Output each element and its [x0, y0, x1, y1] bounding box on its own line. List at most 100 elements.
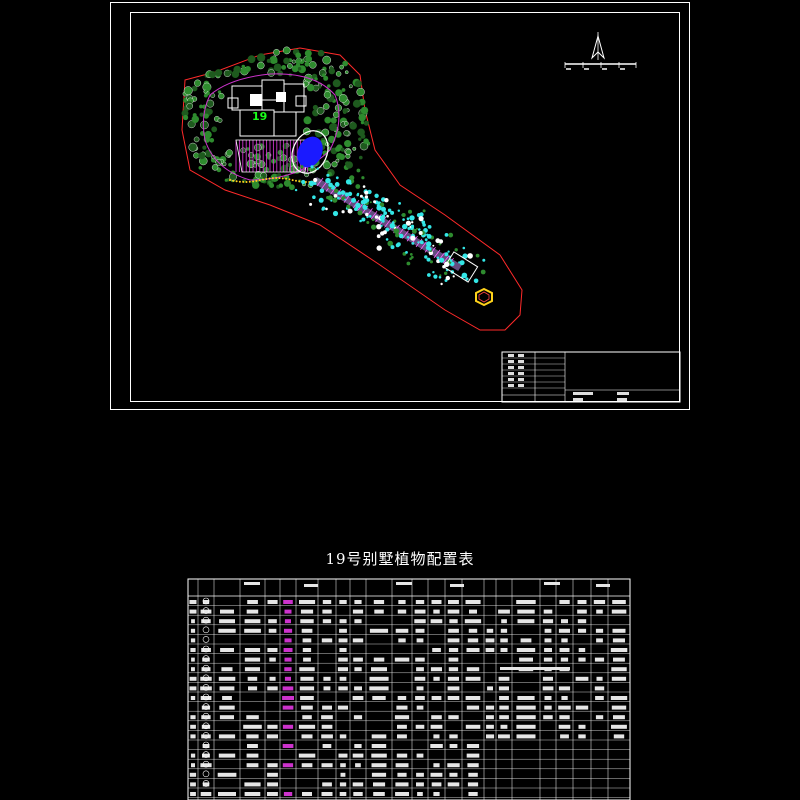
- table-cell-mark: [448, 657, 459, 662]
- table-cell-mark: [191, 619, 195, 624]
- table-cell-mark: [447, 782, 460, 787]
- table-cell-mark: [219, 619, 235, 624]
- table-cell-mark: [354, 667, 362, 672]
- table-cell-mark: [486, 715, 494, 720]
- table-cell-mark: [486, 734, 495, 739]
- table-cell-mark: [578, 724, 586, 729]
- table-cell-mark: [267, 600, 278, 604]
- table-cell-mark: [267, 782, 278, 787]
- table-cell-mark: [467, 782, 479, 787]
- table-cell-mark: [269, 676, 276, 681]
- table-cell-mark: [430, 744, 443, 748]
- table-cell-mark: [299, 686, 315, 691]
- table-cell-mark: [267, 792, 278, 796]
- table-cell-mark: [466, 667, 480, 672]
- table-cell-mark: [246, 609, 259, 614]
- table-cell-mark: [339, 792, 347, 796]
- table-cell-mark: [612, 628, 626, 633]
- table-cell-mark: [517, 696, 535, 700]
- table-cell-mark: [431, 600, 442, 604]
- table-cell-mark: [595, 715, 604, 720]
- table-cell-mark: [284, 657, 292, 662]
- table-cell-mark: [596, 676, 603, 681]
- table-cell-mark: [219, 705, 235, 710]
- table-cell-mark: [398, 600, 406, 604]
- table-cell-mark: [218, 753, 236, 758]
- table-cell-mark: [543, 609, 553, 614]
- table-cell-mark: [560, 734, 569, 739]
- table-cell-mark: [322, 744, 332, 748]
- table-cell-mark: [499, 715, 509, 720]
- table-cell-mark: [544, 638, 552, 643]
- table-cell-mark: [448, 715, 459, 720]
- table-cell-mark: [284, 609, 292, 614]
- table-cell-mark: [244, 648, 261, 652]
- table-cell-mark: [516, 648, 536, 652]
- table-cell-mark: [218, 628, 236, 633]
- table-cell-mark: [430, 667, 442, 672]
- table-cell-mark: [447, 696, 460, 700]
- table-cell-mark: [466, 648, 480, 652]
- table-cell-mark: [354, 744, 362, 748]
- table-cell-mark: [283, 600, 293, 604]
- table-cell-mark: [448, 628, 459, 633]
- table-cell-mark: [578, 648, 586, 652]
- table-cell-mark: [353, 792, 363, 796]
- table-cell-mark: [282, 686, 294, 691]
- table-cell-mark: [354, 619, 362, 624]
- table-note-mark: [500, 667, 570, 670]
- table-cell-mark: [397, 772, 407, 777]
- table-cell-mark: [465, 696, 481, 700]
- table-cell-mark: [322, 600, 332, 604]
- table-cell-mark: [369, 628, 389, 633]
- table-cell-mark: [447, 676, 459, 681]
- table-cell-mark: [464, 619, 482, 624]
- table-cell-mark: [395, 628, 409, 633]
- table-cell-mark: [613, 734, 625, 739]
- table-cell-mark: [300, 696, 314, 700]
- table-cell-mark: [578, 734, 586, 739]
- plant-symbol-icon: [202, 626, 210, 634]
- table-cell-mark: [394, 715, 410, 720]
- table-cell-mark: [561, 619, 568, 624]
- table-cell-mark: [610, 648, 628, 652]
- table-cell-mark: [414, 609, 426, 614]
- table-cell-mark: [542, 676, 553, 681]
- table-cell-mark: [595, 696, 604, 700]
- table-header-mark: [396, 582, 412, 585]
- table-cell-mark: [373, 782, 386, 787]
- table-cell-mark: [247, 676, 258, 681]
- table-cell-mark: [200, 763, 212, 768]
- table-cell-mark: [610, 696, 628, 700]
- table-cell-mark: [243, 724, 262, 729]
- table-cell-mark: [354, 686, 362, 691]
- table-cell-mark: [282, 724, 294, 729]
- table-cell-mark: [415, 724, 425, 729]
- table-cell-mark: [414, 676, 426, 681]
- table-cell-mark: [498, 686, 509, 691]
- table-cell-mark: [466, 753, 480, 758]
- table-header-mark: [544, 582, 560, 585]
- table-cell-mark: [516, 734, 536, 739]
- table-cell-mark: [415, 657, 425, 662]
- table-cell-mark: [298, 753, 316, 758]
- table-cell-mark: [339, 648, 347, 652]
- table-cell-mark: [415, 600, 425, 604]
- table-cell-mark: [396, 705, 408, 710]
- table-cell-mark: [189, 772, 197, 777]
- table-cell-mark: [189, 600, 197, 604]
- table-cell-mark: [468, 772, 478, 777]
- table-cell-mark: [284, 638, 292, 643]
- table-cell-mark: [465, 724, 481, 729]
- table-cell-mark: [433, 792, 440, 796]
- table-cell-mark: [398, 638, 406, 643]
- table-cell-mark: [544, 705, 552, 710]
- table-cell-mark: [244, 782, 261, 787]
- table-cell-mark: [487, 686, 493, 691]
- table-cell-mark: [353, 657, 363, 662]
- table-cell-mark: [322, 619, 332, 624]
- table-cell-mark: [414, 619, 426, 624]
- table-cell-mark: [430, 619, 443, 624]
- table-cell-mark: [611, 705, 627, 710]
- table-cell-mark: [301, 628, 313, 633]
